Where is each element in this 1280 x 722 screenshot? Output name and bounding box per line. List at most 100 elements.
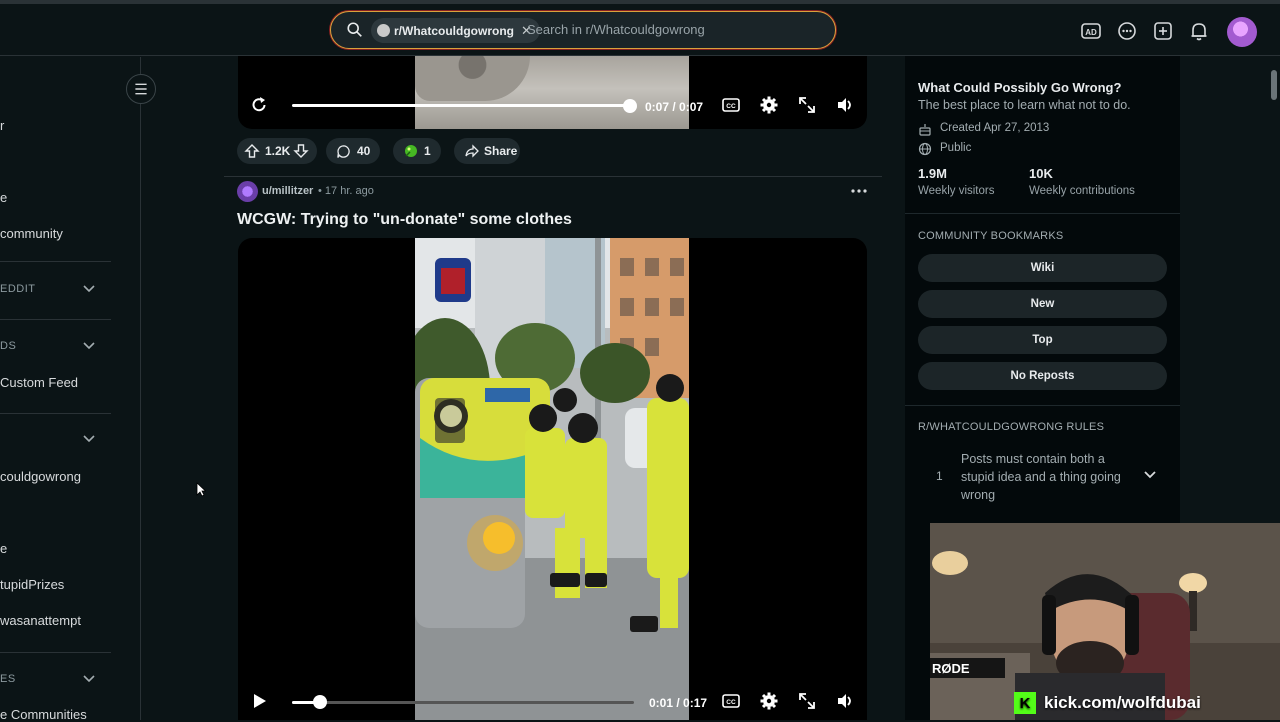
- share-button[interactable]: Share: [454, 138, 520, 164]
- sidebar-divider: [0, 652, 111, 653]
- menu-toggle-icon[interactable]: [126, 74, 156, 104]
- sidebar-item-custom-feed[interactable]: Custom Feed: [0, 375, 78, 390]
- svg-text:CC: CC: [726, 699, 736, 706]
- award-button[interactable]: 1: [393, 138, 441, 164]
- scrollbar[interactable]: [1271, 70, 1277, 100]
- webcam-scene: RØDE: [930, 523, 1280, 720]
- sidebar-item[interactable]: r: [0, 118, 4, 133]
- cake-icon: [919, 124, 931, 136]
- video-player-1[interactable]: 0:07 / 0:07 CC: [238, 56, 867, 129]
- video-scrubber[interactable]: [623, 99, 637, 113]
- share-icon: [465, 144, 479, 158]
- downvote-icon[interactable]: [293, 143, 309, 159]
- volume-icon[interactable]: [835, 691, 855, 711]
- upvote-icon[interactable]: [244, 143, 260, 159]
- mouse-cursor-icon: [196, 482, 206, 497]
- chevron-down-icon[interactable]: [83, 675, 95, 683]
- comment-count: 40: [357, 144, 371, 158]
- user-avatar[interactable]: [1227, 17, 1257, 47]
- community-chip[interactable]: r/Whatcouldgowrong ✕: [371, 18, 540, 43]
- post-title[interactable]: WCGW: Trying to "un-donate" some clothes: [237, 211, 572, 229]
- captions-icon[interactable]: CC: [721, 95, 741, 115]
- sidebar-section-header[interactable]: DS: [0, 340, 16, 352]
- community-description: The best place to learn what not to do.: [918, 98, 1131, 112]
- search-bar[interactable]: r/Whatcouldgowrong ✕ Search in r/Whatcou…: [330, 11, 836, 49]
- video-player-2[interactable]: 0:01 / 0:17 CC: [238, 238, 867, 720]
- weekly-contributions-count: 10K: [1029, 166, 1053, 181]
- webcam-overlay: RØDE: [930, 523, 1280, 720]
- user-avatar[interactable]: [237, 181, 258, 202]
- sidebar-item-community[interactable]: community: [0, 226, 63, 241]
- video-progress-bar[interactable]: [292, 104, 630, 107]
- stream-url-overlay: K kick.com/wolfdubai: [1014, 692, 1201, 714]
- left-sidebar: r e community EDDIT DS Custom Feed could…: [0, 57, 141, 722]
- bookmark-new[interactable]: New: [918, 290, 1167, 318]
- replay-icon[interactable]: [249, 95, 269, 115]
- sidebar-item-stupidprizes[interactable]: tupidPrizes: [0, 577, 64, 592]
- fullscreen-icon[interactable]: [797, 95, 817, 115]
- bookmark-wiki[interactable]: Wiki: [918, 254, 1167, 282]
- community-avatar: [377, 24, 390, 37]
- bookmark-no-reposts[interactable]: No Reposts: [918, 362, 1167, 390]
- svg-text:CC: CC: [726, 103, 736, 110]
- sidebar-item-whatcouldgowrong[interactable]: couldgowrong: [0, 469, 81, 484]
- video-progress-track[interactable]: [292, 701, 634, 704]
- video-scene: [415, 238, 689, 720]
- volume-icon[interactable]: [835, 95, 855, 115]
- bookmarks-heading: COMMUNITY BOOKMARKS: [918, 230, 1064, 242]
- community-chip-label: r/Whatcouldgowrong: [394, 23, 514, 38]
- video-frame: [415, 238, 689, 720]
- mic-brand: RØDE: [932, 661, 970, 676]
- globe-icon: [918, 142, 932, 156]
- comments-button[interactable]: 40: [326, 138, 380, 164]
- community-created: Created Apr 27, 2013: [940, 122, 1050, 134]
- settings-gear-icon[interactable]: [759, 691, 779, 711]
- video-scrubber[interactable]: [313, 695, 327, 709]
- sidebar-section-header[interactable]: EDDIT: [0, 283, 36, 295]
- sidebar-divider: [905, 405, 1180, 406]
- chevron-down-icon[interactable]: [83, 342, 95, 350]
- kick-logo-icon: K: [1014, 692, 1036, 714]
- vote-count: 1.2K: [265, 144, 291, 158]
- chat-icon[interactable]: [1116, 20, 1138, 42]
- weekly-visitors-label: Weekly visitors: [918, 185, 995, 197]
- stream-url: kick.com/wolfdubai: [1044, 693, 1201, 712]
- more-options-icon[interactable]: [851, 188, 867, 194]
- vote-bar: 1.2K: [237, 138, 317, 164]
- sidebar-section-header[interactable]: ES: [0, 673, 16, 685]
- weekly-visitors-count: 1.9M: [918, 166, 947, 181]
- weekly-contributions-label: Weekly contributions: [1029, 185, 1135, 197]
- sidebar-item-wasanattempt[interactable]: wasanattempt: [0, 613, 81, 628]
- svg-text:AD: AD: [1085, 28, 1097, 37]
- chevron-down-icon[interactable]: [1144, 471, 1156, 479]
- video-time: 0:07 / 0:07: [645, 100, 704, 114]
- comment-icon: [337, 145, 350, 158]
- sidebar-divider: [905, 213, 1180, 214]
- play-icon[interactable]: [249, 691, 269, 711]
- post-author[interactable]: u/millitzer: [262, 185, 313, 197]
- video-time: 0:01 / 0:17: [649, 696, 708, 710]
- captions-icon[interactable]: CC: [721, 691, 741, 711]
- chevron-down-icon[interactable]: [83, 435, 95, 443]
- sidebar-item[interactable]: e: [0, 190, 7, 205]
- video-frame: [415, 56, 689, 129]
- sidebar-divider: [0, 413, 111, 414]
- award-icon: [405, 145, 417, 157]
- search-icon: [347, 22, 362, 37]
- rules-heading: R/WHATCOULDGOWRONG RULES: [918, 421, 1105, 433]
- rule-text[interactable]: Posts must contain both a stupid idea an…: [961, 450, 1141, 504]
- bookmark-top[interactable]: Top: [918, 326, 1167, 354]
- create-post-icon[interactable]: [1152, 20, 1174, 42]
- fullscreen-icon[interactable]: [797, 691, 817, 711]
- chevron-down-icon[interactable]: [83, 285, 95, 293]
- notifications-icon[interactable]: [1188, 20, 1210, 42]
- post-timestamp: • 17 hr. ago: [318, 185, 374, 197]
- community-visibility: Public: [940, 142, 972, 154]
- advertise-icon[interactable]: AD: [1080, 20, 1102, 42]
- share-label: Share: [484, 144, 518, 158]
- top-header: r/Whatcouldgowrong ✕ Search in r/Whatcou…: [0, 4, 1280, 56]
- sidebar-item[interactable]: e: [0, 541, 7, 556]
- settings-gear-icon[interactable]: [759, 95, 779, 115]
- award-count: 1: [424, 144, 431, 158]
- search-input[interactable]: Search in r/Whatcouldgowrong: [527, 22, 705, 37]
